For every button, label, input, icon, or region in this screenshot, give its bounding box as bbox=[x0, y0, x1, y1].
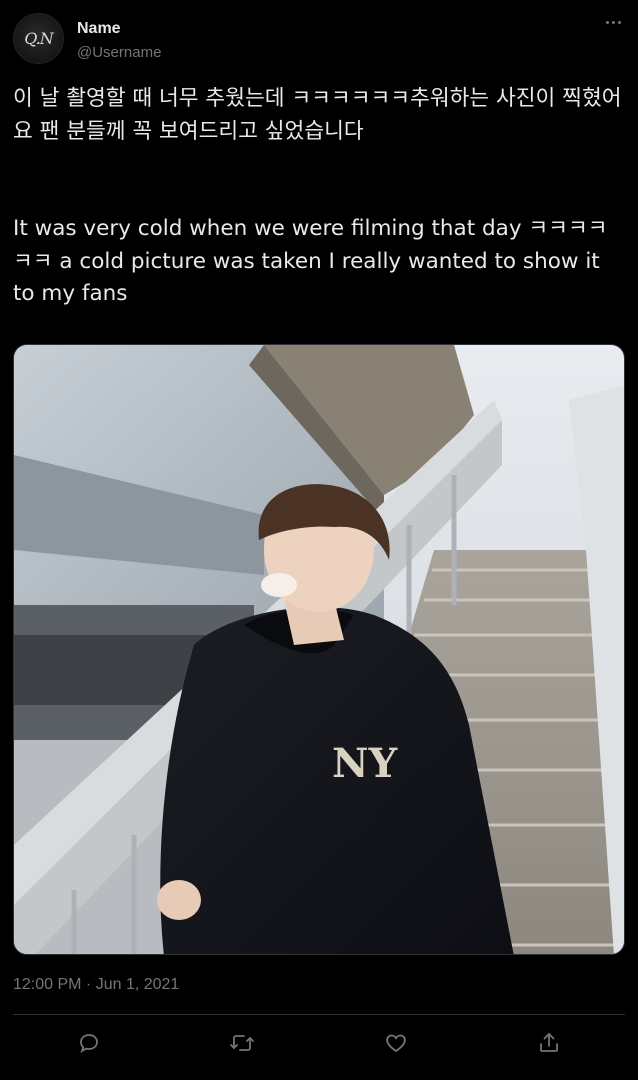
author-username[interactable]: @Username bbox=[77, 44, 161, 61]
photo-illustration: NY bbox=[14, 345, 624, 954]
author-name[interactable]: Name bbox=[77, 20, 121, 38]
more-options-icon[interactable] bbox=[601, 12, 625, 32]
share-icon[interactable] bbox=[534, 1028, 564, 1058]
reply-icon[interactable] bbox=[74, 1028, 104, 1058]
heart-icon[interactable] bbox=[381, 1028, 411, 1058]
tweet-actions bbox=[0, 1022, 638, 1062]
tweet-photo[interactable]: NY bbox=[13, 344, 625, 955]
tweet-text-korean: 이 날 촬영할 때 너무 추웠는데 ㅋㅋㅋㅋㅋㅋ추워하는 사진이 찍혔어요 팬 … bbox=[13, 86, 622, 144]
tweet-text-english: It was very cold when we were filming th… bbox=[13, 216, 608, 306]
avatar[interactable]: Q.N bbox=[13, 13, 64, 64]
retweet-icon[interactable] bbox=[227, 1028, 257, 1058]
tweet-header: Q.N Name @Username bbox=[13, 12, 625, 68]
jacket-logo: NY bbox=[332, 740, 398, 787]
avatar-monogram: Q.N bbox=[24, 29, 53, 48]
actions-divider bbox=[13, 1014, 625, 1015]
tweet-text: 이 날 촬영할 때 너무 추웠는데 ㅋㅋㅋㅋㅋㅋ추워하는 사진이 찍혔어요 팬 … bbox=[13, 83, 625, 311]
tweet-timestamp[interactable]: 12:00 PM · Jun 1, 2021 bbox=[13, 976, 179, 994]
